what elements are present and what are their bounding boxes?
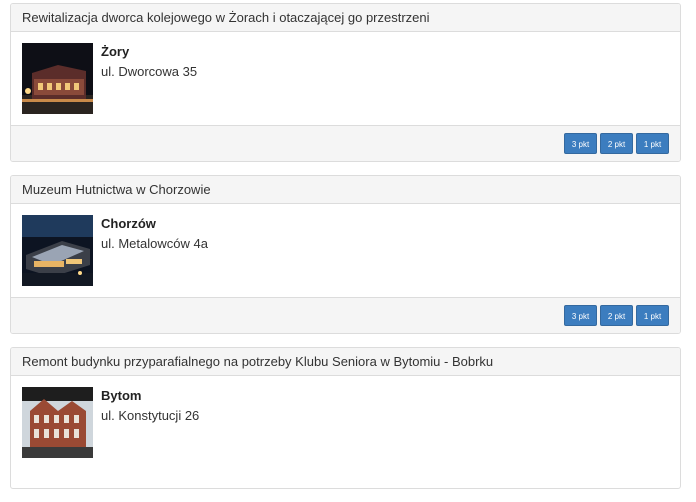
vote-buttons: 3 pkt 2 pkt 1 pkt (564, 305, 669, 326)
vote-3-points-button[interactable]: 3 pkt (564, 305, 597, 326)
project-body: Chorzów ul. Metalowców 4a (11, 204, 680, 297)
project-card: Rewitalizacja dworca kolejowego w Żorach… (10, 3, 681, 162)
project-address: Chorzów ul. Metalowców 4a (101, 216, 208, 251)
project-address: Żory ul. Dworcowa 35 (101, 44, 197, 79)
city-name: Chorzów (101, 216, 156, 231)
project-body: Żory ul. Dworcowa 35 (11, 32, 680, 125)
vote-3-points-button[interactable]: 3 pkt (564, 133, 597, 154)
project-card: Remont budynku przyparafialnego na potrz… (10, 347, 681, 489)
project-image (22, 387, 93, 458)
street-address: ul. Metalowców 4a (101, 236, 208, 251)
street-address: ul. Dworcowa 35 (101, 64, 198, 79)
vote-footer: 3 pkt 2 pkt 1 pkt (11, 297, 680, 333)
project-title: Muzeum Hutnictwa w Chorzowie (11, 176, 680, 204)
vote-1-point-button[interactable]: 1 pkt (636, 133, 669, 154)
vote-2-points-button[interactable]: 2 pkt (600, 133, 633, 154)
city-name: Bytom (101, 388, 142, 403)
project-title: Remont budynku przyparafialnego na potrz… (11, 348, 680, 376)
project-body: Bytom ul. Konstytucji 26 (11, 376, 680, 469)
vote-1-point-button[interactable]: 1 pkt (636, 305, 669, 326)
project-address: Bytom ul. Konstytucji 26 (101, 388, 199, 423)
project-image (22, 43, 93, 114)
city-name: Żory (101, 44, 130, 59)
vote-buttons: 3 pkt 2 pkt 1 pkt (564, 133, 669, 154)
project-image (22, 215, 93, 286)
street-address: ul. Konstytucji 26 (101, 408, 200, 423)
vote-footer: 3 pkt 2 pkt 1 pkt (11, 125, 680, 161)
vote-2-points-button[interactable]: 2 pkt (600, 305, 633, 326)
project-list: Rewitalizacja dworca kolejowego w Żorach… (10, 3, 681, 502)
project-title: Rewitalizacja dworca kolejowego w Żorach… (11, 4, 680, 32)
project-card: Muzeum Hutnictwa w Chorzowie Chorzów ul.… (10, 175, 681, 334)
